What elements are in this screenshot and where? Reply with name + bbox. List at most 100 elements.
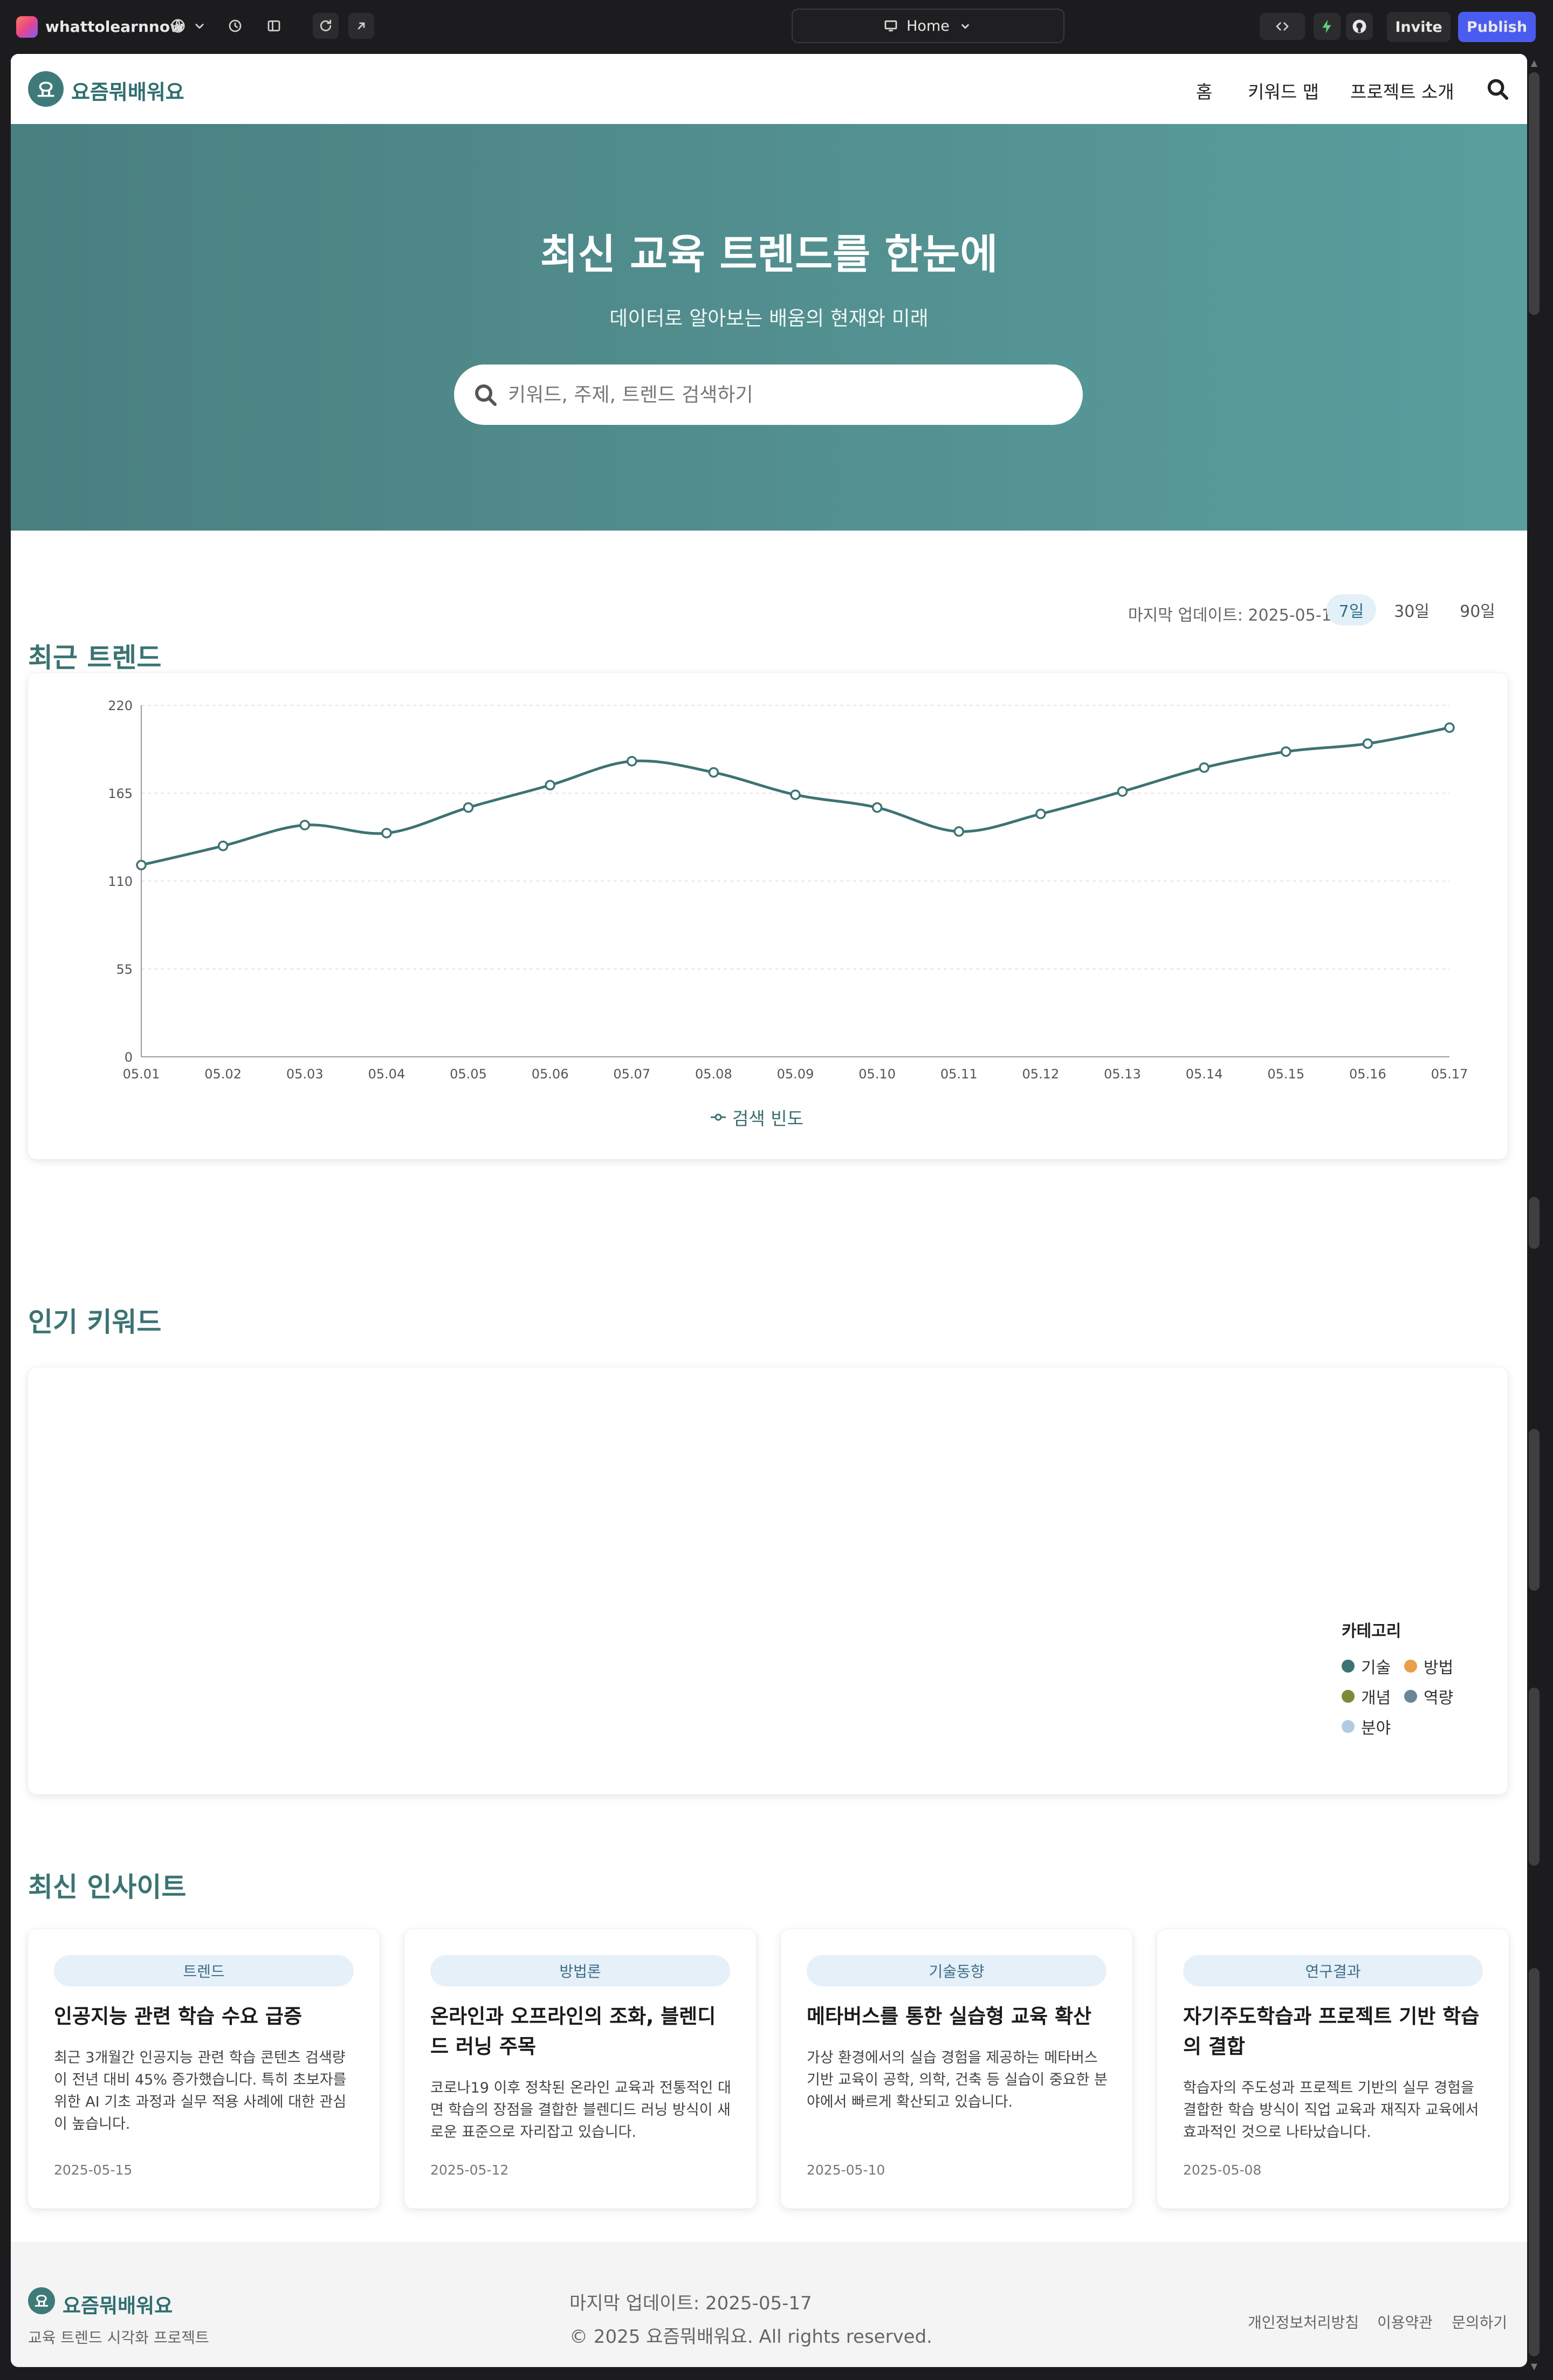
data-point bbox=[627, 755, 637, 767]
data-point bbox=[1035, 808, 1046, 820]
data-point bbox=[1444, 722, 1455, 733]
insight-card[interactable]: 연구결과 자기주도학습과 프로젝트 기반 학습의 결합 학습자의 주도성과 프로… bbox=[1157, 1929, 1509, 2209]
footer-link-privacy[interactable]: 개인정보처리방침 bbox=[1248, 2311, 1359, 2333]
footer-copyright: © 2025 요즘뭐배워요. All rights reserved. bbox=[569, 2326, 932, 2348]
github-icon[interactable] bbox=[1346, 13, 1373, 40]
insight-badge: 기술동향 bbox=[807, 1955, 1107, 1986]
insight-badge: 연구결과 bbox=[1183, 1955, 1483, 1986]
data-point bbox=[1117, 786, 1128, 797]
scrollbar-thumb[interactable] bbox=[1529, 72, 1540, 315]
insight-card[interactable]: 트렌드 인공지능 관련 학습 수요 급증 최근 3개월간 인공지능 관련 학습 … bbox=[28, 1929, 380, 2209]
insight-date: 2025-05-15 bbox=[54, 2162, 133, 2178]
data-point bbox=[136, 859, 147, 871]
insight-title: 메타버스를 통한 실습형 교육 확산 bbox=[807, 2005, 1092, 2028]
x-tick-label: 05.03 bbox=[286, 1067, 324, 1082]
data-point bbox=[299, 820, 310, 831]
scrollbar-marker bbox=[1529, 1197, 1540, 1249]
chevron-down-icon[interactable] bbox=[190, 13, 209, 39]
x-tick-label: 05.12 bbox=[1022, 1067, 1060, 1082]
insight-title: 자기주도학습과 프로젝트 기반 학습의 결합 bbox=[1183, 2005, 1480, 2058]
category-item[interactable]: 방법 bbox=[1404, 1654, 1467, 1678]
sidebar-toggle-icon[interactable] bbox=[261, 13, 287, 39]
data-point bbox=[1362, 738, 1373, 749]
x-tick-label: 05.11 bbox=[940, 1067, 978, 1082]
monitor-icon bbox=[884, 20, 897, 32]
x-tick-label: 05.09 bbox=[777, 1067, 814, 1082]
y-tick-label: 110 bbox=[108, 874, 133, 889]
editor-toolbar: whattolearnnow Home Invite Publish bbox=[0, 0, 1553, 53]
page-selector[interactable]: Home bbox=[792, 9, 1064, 43]
x-tick-label: 05.02 bbox=[204, 1067, 242, 1082]
insight-badge: 방법론 bbox=[430, 1955, 730, 1986]
category-legend: 카테고리 기술 방법 개념 역량 분야 bbox=[1342, 1618, 1471, 1742]
keyword-map-card bbox=[28, 1367, 1508, 1794]
data-point bbox=[217, 841, 229, 851]
category-item[interactable]: 개념 bbox=[1342, 1684, 1404, 1708]
insights-title: 최신 인사이트 bbox=[28, 1872, 187, 1903]
x-tick-label: 05.04 bbox=[368, 1067, 406, 1082]
insight-title: 인공지능 관련 학습 수요 급증 bbox=[54, 2005, 303, 2028]
x-tick-label: 05.10 bbox=[858, 1067, 896, 1082]
insight-date: 2025-05-08 bbox=[1183, 2162, 1262, 2178]
x-tick-label: 05.15 bbox=[1267, 1067, 1304, 1082]
history-icon[interactable] bbox=[222, 13, 248, 39]
x-tick-label: 05.06 bbox=[532, 1067, 569, 1082]
category-item[interactable]: 기술 bbox=[1342, 1654, 1404, 1678]
category-legend-title: 카테고리 bbox=[1342, 1622, 1401, 1641]
site-footer: 요 요즘뭐배워요 교육 트렌드 시각화 프로젝트 마지막 업데이트: 2025-… bbox=[11, 2242, 1527, 2367]
code-view-icon[interactable] bbox=[1260, 13, 1305, 40]
footer-link-terms[interactable]: 이용약관 bbox=[1377, 2311, 1433, 2333]
invite-button[interactable]: Invite bbox=[1387, 12, 1451, 42]
open-external-icon[interactable] bbox=[348, 13, 374, 39]
bolt-icon[interactable] bbox=[1314, 13, 1341, 40]
y-tick-label: 0 bbox=[125, 1050, 133, 1065]
data-point bbox=[545, 780, 555, 790]
category-label: 방법 bbox=[1424, 1659, 1454, 1677]
category-label: 기술 bbox=[1361, 1659, 1391, 1677]
y-tick-label: 165 bbox=[108, 786, 133, 801]
x-tick-label: 05.07 bbox=[613, 1067, 650, 1082]
category-label: 개념 bbox=[1361, 1689, 1391, 1708]
footer-link-contact[interactable]: 문의하기 bbox=[1452, 2311, 1507, 2333]
x-tick-label: 05.17 bbox=[1431, 1067, 1468, 1082]
scrollbar-marker bbox=[1529, 1968, 1540, 2356]
insight-body: 가상 환경에서의 실습 경험을 제공하는 메타버스 기반 교육이 공학, 의학,… bbox=[807, 2049, 1108, 2110]
project-name[interactable]: whattolearnnow bbox=[45, 14, 184, 39]
scroll-up-arrow[interactable]: ▲ bbox=[1529, 59, 1539, 67]
category-dot bbox=[1342, 1690, 1355, 1703]
data-point bbox=[708, 767, 719, 778]
chevron-down-icon bbox=[961, 24, 970, 29]
data-point bbox=[1281, 746, 1291, 757]
insight-card[interactable]: 방법론 온라인과 오프라인의 조화, 블렌디드 러닝 주목 코로나19 이후 정… bbox=[404, 1929, 756, 2209]
scrollbar-marker bbox=[1529, 1429, 1540, 1591]
publish-button[interactable]: Publish bbox=[1458, 12, 1536, 42]
category-item[interactable]: 역량 bbox=[1404, 1684, 1467, 1708]
data-point bbox=[463, 802, 474, 813]
scrollbar-marker bbox=[1529, 1688, 1540, 1866]
x-tick-label: 05.14 bbox=[1186, 1067, 1223, 1082]
category-label: 분야 bbox=[1361, 1719, 1391, 1738]
y-tick-label: 55 bbox=[116, 962, 133, 977]
x-tick-label: 05.05 bbox=[450, 1067, 487, 1082]
footer-logo-icon: 요 bbox=[28, 2287, 55, 2314]
category-dot bbox=[1342, 1720, 1355, 1733]
preview-scrollbar[interactable]: ▲ ▼ bbox=[1527, 59, 1541, 2372]
footer-description: 교육 트렌드 시각화 프로젝트 bbox=[28, 2329, 209, 2347]
footer-updated: 마지막 업데이트: 2025-05-17 bbox=[569, 2293, 812, 2314]
insight-badge: 트렌드 bbox=[54, 1955, 354, 1986]
refresh-icon[interactable] bbox=[313, 13, 339, 39]
insight-card[interactable]: 기술동향 메타버스를 통한 실습형 교육 확산 가상 환경에서의 실습 경험을 … bbox=[781, 1929, 1132, 2209]
category-label: 역량 bbox=[1424, 1689, 1454, 1708]
x-tick-label: 05.13 bbox=[1104, 1067, 1141, 1082]
x-tick-label: 05.08 bbox=[695, 1067, 732, 1082]
category-dot bbox=[1404, 1660, 1417, 1673]
globe-icon[interactable] bbox=[165, 13, 191, 39]
category-item[interactable]: 분야 bbox=[1342, 1715, 1404, 1738]
data-point bbox=[790, 789, 801, 800]
chart-legend[interactable]: 검색 빈도 bbox=[710, 1104, 803, 1130]
insight-date: 2025-05-12 bbox=[430, 2162, 509, 2178]
app-logo-icon[interactable] bbox=[16, 16, 38, 38]
insight-body: 코로나19 이후 정착된 온라인 교육과 전통적인 대면 학습의 장점을 결합한… bbox=[430, 2080, 731, 2141]
data-point bbox=[1199, 762, 1210, 773]
scroll-down-arrow[interactable]: ▼ bbox=[1529, 2362, 1539, 2371]
